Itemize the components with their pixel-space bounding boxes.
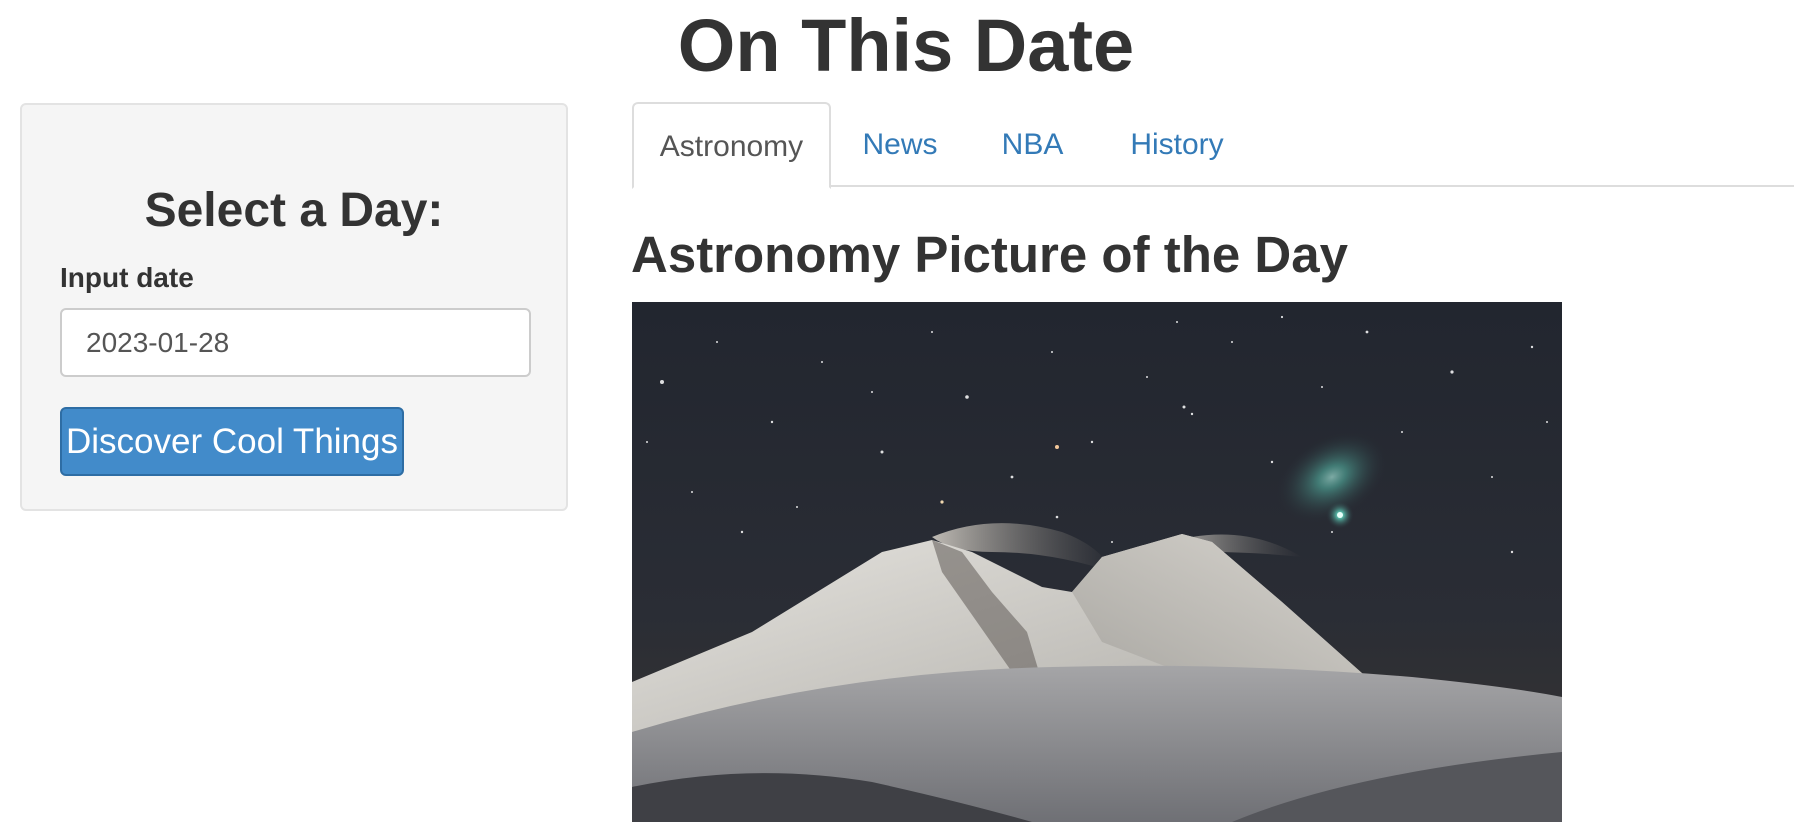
tab-news[interactable]: News	[835, 102, 965, 187]
date-input-label: Input date	[60, 262, 194, 293]
sidebar-heading: Select a Day:	[144, 184, 444, 237]
discover-button[interactable]: Discover Cool Things	[60, 407, 404, 476]
astronomy-picture-illustration	[632, 302, 1562, 822]
date-input[interactable]	[60, 308, 531, 377]
tab-astronomy[interactable]: Astronomy	[632, 102, 831, 189]
tab-bar: Astronomy News NBA History	[632, 102, 1794, 189]
astronomy-picture	[632, 302, 1562, 822]
section-title: Astronomy Picture of the Day	[631, 226, 1348, 283]
tab-nba[interactable]: NBA	[966, 102, 1099, 187]
sidebar-panel: Select a Day: Input date Discover Cool T…	[20, 103, 568, 511]
page-title: On This Date	[677, 4, 1135, 87]
tab-history[interactable]: History	[1100, 102, 1254, 187]
